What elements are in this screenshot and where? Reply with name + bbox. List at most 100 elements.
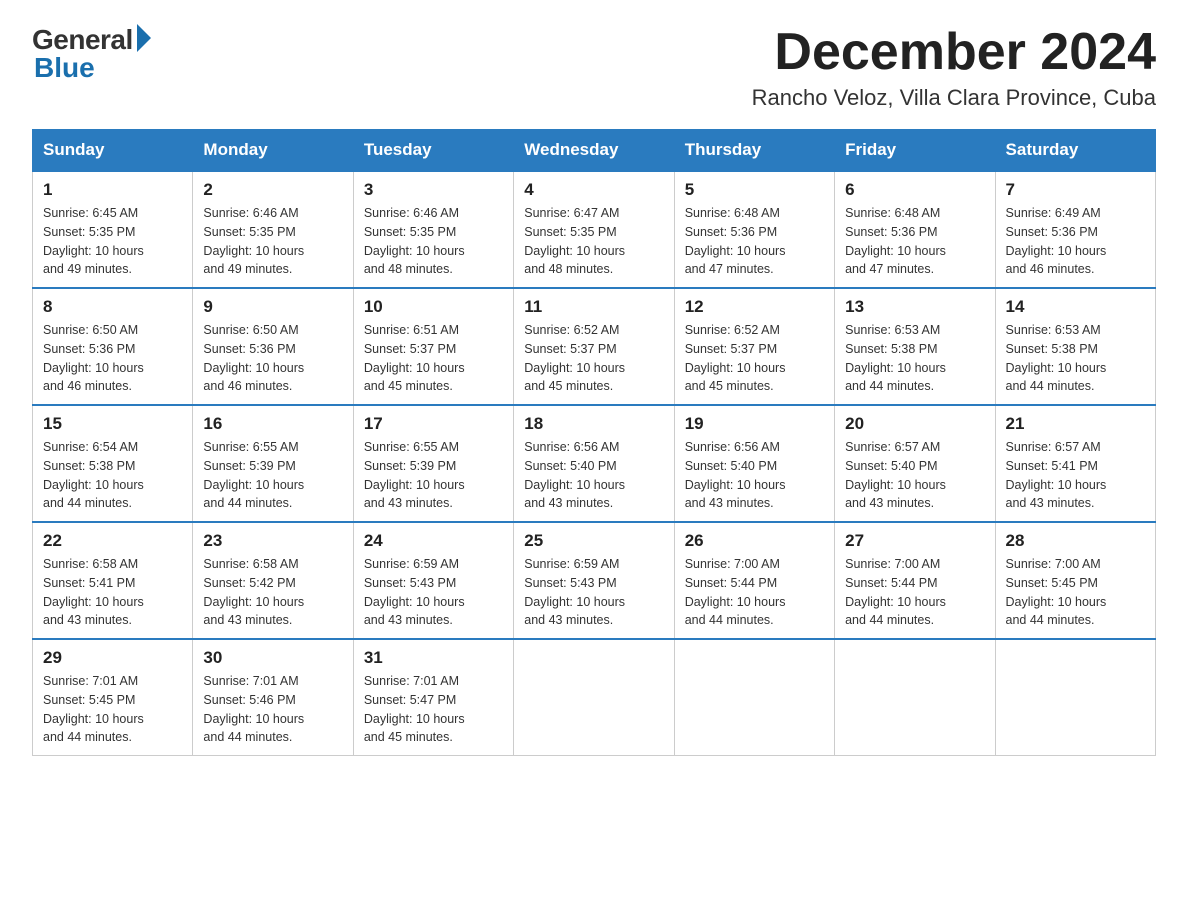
table-row: 19 Sunrise: 6:56 AMSunset: 5:40 PMDaylig… [674, 405, 834, 522]
header-friday: Friday [835, 130, 995, 172]
logo: General Blue [32, 24, 151, 84]
table-row: 23 Sunrise: 6:58 AMSunset: 5:42 PMDaylig… [193, 522, 353, 639]
day-info: Sunrise: 6:53 AMSunset: 5:38 PMDaylight:… [845, 321, 984, 396]
table-row: 30 Sunrise: 7:01 AMSunset: 5:46 PMDaylig… [193, 639, 353, 756]
table-row: 3 Sunrise: 6:46 AMSunset: 5:35 PMDayligh… [353, 171, 513, 288]
day-info: Sunrise: 7:01 AMSunset: 5:46 PMDaylight:… [203, 672, 342, 747]
calendar-week-row: 29 Sunrise: 7:01 AMSunset: 5:45 PMDaylig… [33, 639, 1156, 756]
day-number: 31 [364, 648, 503, 668]
day-number: 14 [1006, 297, 1145, 317]
title-area: December 2024 Rancho Veloz, Villa Clara … [752, 24, 1156, 111]
day-number: 12 [685, 297, 824, 317]
day-info: Sunrise: 6:49 AMSunset: 5:36 PMDaylight:… [1006, 204, 1145, 279]
day-info: Sunrise: 6:46 AMSunset: 5:35 PMDaylight:… [203, 204, 342, 279]
day-info: Sunrise: 6:53 AMSunset: 5:38 PMDaylight:… [1006, 321, 1145, 396]
day-number: 11 [524, 297, 663, 317]
day-number: 28 [1006, 531, 1145, 551]
day-info: Sunrise: 6:51 AMSunset: 5:37 PMDaylight:… [364, 321, 503, 396]
page-header: General Blue December 2024 Rancho Veloz,… [32, 24, 1156, 111]
day-number: 21 [1006, 414, 1145, 434]
day-info: Sunrise: 6:55 AMSunset: 5:39 PMDaylight:… [364, 438, 503, 513]
day-info: Sunrise: 7:00 AMSunset: 5:45 PMDaylight:… [1006, 555, 1145, 630]
day-info: Sunrise: 7:00 AMSunset: 5:44 PMDaylight:… [845, 555, 984, 630]
day-number: 4 [524, 180, 663, 200]
day-number: 16 [203, 414, 342, 434]
table-row: 9 Sunrise: 6:50 AMSunset: 5:36 PMDayligh… [193, 288, 353, 405]
day-number: 17 [364, 414, 503, 434]
day-number: 5 [685, 180, 824, 200]
day-info: Sunrise: 6:56 AMSunset: 5:40 PMDaylight:… [524, 438, 663, 513]
day-number: 13 [845, 297, 984, 317]
day-info: Sunrise: 6:59 AMSunset: 5:43 PMDaylight:… [364, 555, 503, 630]
day-info: Sunrise: 7:01 AMSunset: 5:47 PMDaylight:… [364, 672, 503, 747]
day-number: 1 [43, 180, 182, 200]
table-row: 5 Sunrise: 6:48 AMSunset: 5:36 PMDayligh… [674, 171, 834, 288]
header-thursday: Thursday [674, 130, 834, 172]
day-info: Sunrise: 6:52 AMSunset: 5:37 PMDaylight:… [685, 321, 824, 396]
table-row: 26 Sunrise: 7:00 AMSunset: 5:44 PMDaylig… [674, 522, 834, 639]
table-row [995, 639, 1155, 756]
day-info: Sunrise: 6:57 AMSunset: 5:41 PMDaylight:… [1006, 438, 1145, 513]
day-info: Sunrise: 6:48 AMSunset: 5:36 PMDaylight:… [685, 204, 824, 279]
calendar-week-row: 1 Sunrise: 6:45 AMSunset: 5:35 PMDayligh… [33, 171, 1156, 288]
day-number: 20 [845, 414, 984, 434]
day-info: Sunrise: 6:55 AMSunset: 5:39 PMDaylight:… [203, 438, 342, 513]
day-number: 25 [524, 531, 663, 551]
day-number: 24 [364, 531, 503, 551]
day-info: Sunrise: 7:01 AMSunset: 5:45 PMDaylight:… [43, 672, 182, 747]
day-info: Sunrise: 6:46 AMSunset: 5:35 PMDaylight:… [364, 204, 503, 279]
logo-triangle-icon [137, 24, 151, 52]
header-sunday: Sunday [33, 130, 193, 172]
table-row [835, 639, 995, 756]
day-info: Sunrise: 6:59 AMSunset: 5:43 PMDaylight:… [524, 555, 663, 630]
table-row: 8 Sunrise: 6:50 AMSunset: 5:36 PMDayligh… [33, 288, 193, 405]
table-row: 18 Sunrise: 6:56 AMSunset: 5:40 PMDaylig… [514, 405, 674, 522]
location-subtitle: Rancho Veloz, Villa Clara Province, Cuba [752, 85, 1156, 111]
day-info: Sunrise: 6:45 AMSunset: 5:35 PMDaylight:… [43, 204, 182, 279]
day-info: Sunrise: 6:52 AMSunset: 5:37 PMDaylight:… [524, 321, 663, 396]
table-row: 27 Sunrise: 7:00 AMSunset: 5:44 PMDaylig… [835, 522, 995, 639]
header-wednesday: Wednesday [514, 130, 674, 172]
day-info: Sunrise: 6:54 AMSunset: 5:38 PMDaylight:… [43, 438, 182, 513]
table-row: 17 Sunrise: 6:55 AMSunset: 5:39 PMDaylig… [353, 405, 513, 522]
table-row: 15 Sunrise: 6:54 AMSunset: 5:38 PMDaylig… [33, 405, 193, 522]
table-row: 2 Sunrise: 6:46 AMSunset: 5:35 PMDayligh… [193, 171, 353, 288]
table-row: 7 Sunrise: 6:49 AMSunset: 5:36 PMDayligh… [995, 171, 1155, 288]
table-row: 31 Sunrise: 7:01 AMSunset: 5:47 PMDaylig… [353, 639, 513, 756]
table-row: 11 Sunrise: 6:52 AMSunset: 5:37 PMDaylig… [514, 288, 674, 405]
header-tuesday: Tuesday [353, 130, 513, 172]
table-row: 14 Sunrise: 6:53 AMSunset: 5:38 PMDaylig… [995, 288, 1155, 405]
table-row: 13 Sunrise: 6:53 AMSunset: 5:38 PMDaylig… [835, 288, 995, 405]
day-number: 7 [1006, 180, 1145, 200]
table-row: 22 Sunrise: 6:58 AMSunset: 5:41 PMDaylig… [33, 522, 193, 639]
calendar-week-row: 8 Sunrise: 6:50 AMSunset: 5:36 PMDayligh… [33, 288, 1156, 405]
day-number: 2 [203, 180, 342, 200]
day-info: Sunrise: 6:50 AMSunset: 5:36 PMDaylight:… [203, 321, 342, 396]
table-row: 6 Sunrise: 6:48 AMSunset: 5:36 PMDayligh… [835, 171, 995, 288]
table-row: 29 Sunrise: 7:01 AMSunset: 5:45 PMDaylig… [33, 639, 193, 756]
calendar-week-row: 15 Sunrise: 6:54 AMSunset: 5:38 PMDaylig… [33, 405, 1156, 522]
day-number: 22 [43, 531, 182, 551]
day-number: 26 [685, 531, 824, 551]
day-info: Sunrise: 6:58 AMSunset: 5:42 PMDaylight:… [203, 555, 342, 630]
day-number: 19 [685, 414, 824, 434]
day-number: 27 [845, 531, 984, 551]
logo-blue-text: Blue [34, 52, 95, 84]
day-number: 8 [43, 297, 182, 317]
calendar-header-row: Sunday Monday Tuesday Wednesday Thursday… [33, 130, 1156, 172]
day-number: 30 [203, 648, 342, 668]
day-number: 29 [43, 648, 182, 668]
table-row: 12 Sunrise: 6:52 AMSunset: 5:37 PMDaylig… [674, 288, 834, 405]
day-number: 6 [845, 180, 984, 200]
calendar-week-row: 22 Sunrise: 6:58 AMSunset: 5:41 PMDaylig… [33, 522, 1156, 639]
day-number: 15 [43, 414, 182, 434]
day-info: Sunrise: 6:56 AMSunset: 5:40 PMDaylight:… [685, 438, 824, 513]
day-info: Sunrise: 6:47 AMSunset: 5:35 PMDaylight:… [524, 204, 663, 279]
header-saturday: Saturday [995, 130, 1155, 172]
table-row: 4 Sunrise: 6:47 AMSunset: 5:35 PMDayligh… [514, 171, 674, 288]
month-year-title: December 2024 [752, 24, 1156, 81]
day-info: Sunrise: 6:50 AMSunset: 5:36 PMDaylight:… [43, 321, 182, 396]
table-row [514, 639, 674, 756]
table-row: 21 Sunrise: 6:57 AMSunset: 5:41 PMDaylig… [995, 405, 1155, 522]
day-number: 23 [203, 531, 342, 551]
